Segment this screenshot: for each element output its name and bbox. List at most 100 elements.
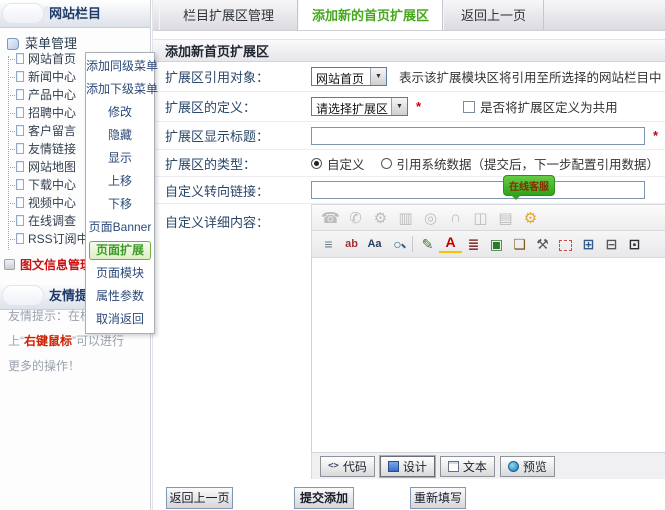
form-row-extension-definition: 扩展区的定义： 请选择扩展区 ▼ * 是否将扩展区定义为共用 (153, 92, 665, 122)
mode-button-design[interactable]: 设计 (380, 456, 435, 477)
tree-item-label: 视频中心 (28, 196, 76, 210)
gear-icon[interactable]: ⚙ (368, 209, 393, 227)
display-title-input[interactable] (311, 127, 645, 145)
radio-system-data[interactable] (381, 158, 392, 169)
list-icon[interactable]: ▤ (493, 209, 518, 227)
form-row-reference-target: 扩展区引用对象： 网站首页 ▼ 表示该扩展模块区将引用至所选择的网站栏目中 (153, 62, 665, 92)
submit-add-button[interactable]: 提交添加 (294, 487, 354, 509)
page-icon (16, 71, 24, 82)
radio-custom[interactable] (311, 158, 322, 169)
chevron-down-icon[interactable]: ▼ (370, 68, 386, 85)
menu-item-add-sibling[interactable]: 添加同级菜单 (86, 55, 154, 78)
media-disc-icon[interactable]: ◎ (418, 209, 443, 227)
zoom-icon[interactable]: ○ (386, 236, 409, 252)
menu-item-move-up[interactable]: 上移 (86, 170, 154, 193)
page-icon (16, 233, 24, 244)
selection-icon[interactable] (554, 236, 577, 252)
section-title: 添加新首页扩展区 (153, 39, 665, 62)
sort-az-icon[interactable]: ab (340, 238, 363, 250)
page-icon (16, 53, 24, 64)
menu-item-hide[interactable]: 隐藏 (86, 124, 154, 147)
font-color-icon[interactable]: A (439, 235, 462, 253)
refill-button[interactable]: 重新填写 (410, 487, 466, 509)
menu-item-properties[interactable]: 属性参数 (86, 285, 154, 308)
tab-bar: 栏目扩展区管理 添加新的首页扩展区 返回上一页 (153, 0, 665, 31)
font-replace-icon[interactable]: Aa (363, 238, 386, 250)
tip-line-3: 更多的操作！ (8, 354, 148, 379)
tree-item-label: 在线调查 (28, 214, 76, 228)
online-service-gear-icon[interactable]: ⚙ (518, 209, 543, 227)
sidebar-item-image-text-management[interactable]: 图文信息管理 (0, 256, 92, 274)
reference-target-select[interactable]: 网站首页 ▼ (311, 67, 387, 86)
menu-item-page-banner[interactable]: 页面Banner (86, 216, 154, 239)
tools-icon[interactable]: ⚒ (531, 236, 554, 253)
page-icon (16, 107, 24, 118)
select-value: 网站首页 (312, 68, 370, 85)
module-icon (4, 259, 15, 270)
tree-item-label: 网站首页 (28, 52, 76, 66)
radio-custom-label: 自定义 (327, 154, 365, 173)
copy-paste-icon[interactable]: ❏ (508, 236, 531, 253)
menu-item-move-down[interactable]: 下移 (86, 193, 154, 216)
indent-list-icon[interactable]: ≣ (462, 236, 485, 253)
mode-button-code[interactable]: <> 代码 (320, 456, 375, 477)
menu-item-page-extension[interactable]: 页面扩展 (89, 241, 151, 260)
toolbar-divider (412, 236, 413, 252)
form-row-display-title: 扩展区显示标题： * (153, 122, 665, 150)
checkbox-label: 是否将扩展区定义为共用 (480, 97, 618, 116)
header-cap-shadow (44, 6, 50, 22)
app-window: 网站栏目 菜单管理 网站首页 新闻中心 产品中心 招聘中心 客户留言 友情链接 … (0, 0, 665, 510)
headset-icon[interactable]: ∩ (443, 209, 468, 226)
mode-button-text[interactable]: 文本 (440, 456, 495, 477)
page-icon (16, 197, 24, 208)
align-lines-icon[interactable]: ≡ (317, 236, 340, 252)
rich-text-editor: 在线客服 ☎ ✆ ⚙ ▥ ◎ ∩ ◫ ▤ ⚙ ≡ ab Aa ○ (311, 204, 665, 479)
redirect-link-input[interactable] (311, 181, 645, 199)
context-menu: 添加同级菜单 添加下级菜单 修改 隐藏 显示 上移 下移 页面Banner 页面… (85, 52, 155, 334)
tree-item-label: 招聘中心 (28, 106, 76, 120)
group-icon[interactable]: ◫ (468, 209, 493, 227)
sidebar-header: 网站栏目 (0, 0, 150, 28)
back-button[interactable]: 返回上一页 (166, 487, 233, 509)
online-service-tooltip: 在线客服 (503, 175, 555, 196)
shared-definition-checkbox[interactable] (463, 101, 475, 113)
editor-toolbar-plugins: ☎ ✆ ⚙ ▥ ◎ ∩ ◫ ▤ ⚙ (311, 204, 665, 231)
page-icon (16, 179, 24, 190)
required-asterisk: * (416, 99, 421, 114)
tab-extension-management[interactable]: 栏目扩展区管理 (159, 0, 298, 30)
chat-icon[interactable]: ✆ (343, 209, 368, 227)
extension-definition-select[interactable]: 请选择扩展区 ▼ (311, 97, 408, 116)
header-cap-decoration (2, 285, 44, 306)
menu-item-edit[interactable]: 修改 (86, 101, 154, 124)
tab-go-back[interactable]: 返回上一页 (443, 0, 544, 30)
table-icon[interactable]: ⊞ (577, 236, 600, 253)
tab-bar-filler (544, 0, 665, 30)
page-icon (16, 143, 24, 154)
menu-item-page-module[interactable]: 页面模块 (86, 262, 154, 285)
page-icon (16, 215, 24, 226)
tip-red-text: 右键鼠标 (24, 334, 72, 348)
required-asterisk: * (653, 128, 658, 143)
chevron-down-icon[interactable]: ▼ (391, 98, 407, 115)
panel-icon[interactable]: ▥ (393, 209, 418, 227)
field-label: 自定义详细内容： (153, 204, 311, 479)
tree-item-label: 网站地图 (28, 160, 76, 174)
phone-icon[interactable]: ☎ (318, 209, 343, 227)
tab-add-home-extension[interactable]: 添加新的首页扩展区 (298, 0, 443, 30)
menu-item-cancel[interactable]: 取消返回 (86, 308, 154, 331)
tree-item-label: 客户留言 (28, 124, 76, 138)
edit-note-icon[interactable]: ✎ (416, 236, 439, 253)
image-icon[interactable]: ▣ (485, 236, 508, 253)
mode-button-preview[interactable]: 预览 (500, 456, 555, 477)
header-cap-decoration (2, 3, 44, 24)
page-icon (16, 89, 24, 100)
tree-item-label: 友情链接 (28, 142, 76, 156)
form-row-redirect-link: 自定义转向链接： (153, 177, 665, 204)
field-label: 扩展区显示标题： (153, 126, 311, 145)
menu-item-show[interactable]: 显示 (86, 147, 154, 170)
editor-content-area[interactable] (311, 258, 665, 452)
menu-item-add-child[interactable]: 添加下级菜单 (86, 78, 154, 101)
radio-system-data-label: 引用系统数据（提交后，下一步配置引用数据） (397, 154, 660, 173)
maximize-icon[interactable]: ⊡ (623, 236, 646, 253)
print-icon[interactable]: ⊟ (600, 236, 623, 253)
